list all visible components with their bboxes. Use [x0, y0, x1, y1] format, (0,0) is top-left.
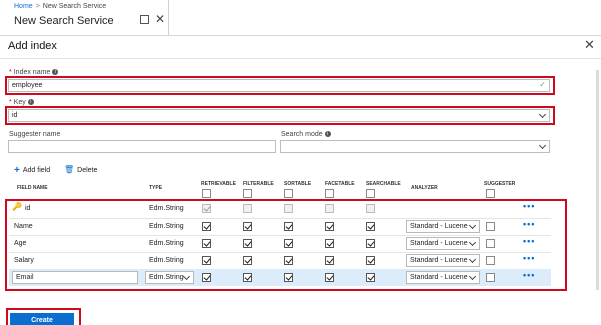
info-icon[interactable]: i [324, 131, 331, 138]
divider [0, 58, 601, 59]
index-name-label: * Index name i [9, 69, 59, 76]
breadcrumb: Home > New Search Service [14, 3, 106, 10]
add-field-button[interactable]: + Add field [14, 165, 50, 176]
panel-close-icon[interactable]: ✕ [584, 37, 595, 53]
select-all-sortable-checkbox[interactable] [284, 189, 293, 198]
suggester-name-label: Suggester name [9, 131, 61, 138]
delete-button[interactable]: 🗑 Delete [64, 165, 97, 174]
trash-icon: 🗑 [64, 165, 75, 174]
highlight-box [6, 308, 81, 325]
column-header-facetable: FACETABLE [325, 181, 355, 187]
background-title: New Search Service [14, 15, 114, 27]
select-all-filterable-checkbox[interactable] [243, 189, 252, 198]
breadcrumb-home[interactable]: Home [14, 3, 33, 10]
select-all-searchable-checkbox[interactable] [366, 189, 375, 198]
key-label: * Key i [9, 99, 34, 106]
info-icon[interactable]: i [52, 69, 59, 76]
blade-divider [168, 0, 169, 35]
chevron-down-icon [538, 141, 547, 150]
column-header-retrievable: RETRIEVABLE [201, 181, 236, 187]
column-header-field-name: FIELD NAME [17, 185, 48, 191]
suggester-name-input[interactable] [8, 140, 276, 153]
highlight-box [5, 106, 555, 125]
column-header-analyzer: ANALYZER [411, 185, 438, 191]
background-blade: Home > New Search Service New Search Servi… [0, 0, 601, 35]
scrollbar[interactable] [596, 70, 599, 290]
highlight-box [5, 76, 555, 95]
close-icon[interactable]: ✕ [155, 12, 165, 26]
panel-title: Add index [8, 40, 57, 52]
column-header-searchable: SEARCHABLE [366, 181, 401, 187]
breadcrumb-current[interactable]: New Search Service [43, 3, 106, 10]
info-icon[interactable]: i [27, 99, 34, 106]
select-all-retrievable-checkbox[interactable] [202, 189, 211, 198]
column-header-filterable: FILTERABLE [243, 181, 274, 187]
search-mode-label: Search mode i [281, 131, 331, 138]
highlight-box [5, 199, 567, 291]
search-mode-select[interactable] [280, 140, 550, 153]
column-header-sortable: SORTABLE [284, 181, 312, 187]
column-header-type: TYPE [149, 185, 163, 191]
select-all-suggester-checkbox[interactable] [486, 189, 495, 198]
plus-icon: + [14, 165, 20, 176]
select-all-facetable-checkbox[interactable] [325, 189, 334, 198]
column-header-suggester: SUGGESTER [484, 181, 516, 187]
maximize-icon[interactable] [140, 15, 149, 24]
breadcrumb-separator: > [35, 3, 40, 10]
